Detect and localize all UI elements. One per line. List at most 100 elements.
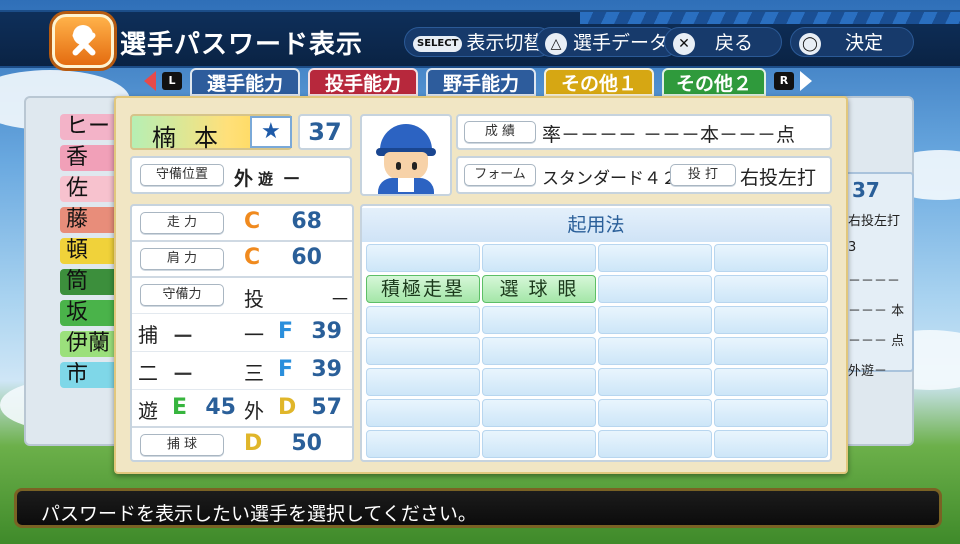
form-label: フォーム: [464, 164, 536, 186]
page-title: 選手パスワード表示: [120, 30, 364, 60]
fielding-row: 捕 － 一 F 39: [132, 314, 352, 352]
skill-slot-empty: [714, 306, 828, 334]
position-main: 外: [234, 168, 254, 190]
tab-fielder-ability[interactable]: 野手能力: [426, 68, 536, 96]
skill-slot-empty: [598, 306, 712, 334]
select-toggle-label: 表示切替: [466, 32, 543, 54]
form-value: スタンダード４２: [542, 169, 678, 189]
fielding-right-grade: D: [278, 395, 297, 420]
arm-row: 肩 力 C 60: [132, 242, 352, 278]
skill-slot-empty: [482, 368, 596, 396]
fielding-left-grade: E: [172, 395, 188, 420]
arm-value: 60: [291, 245, 322, 270]
skill-slot-empty: [598, 430, 712, 458]
cross-key-icon: ✕: [673, 32, 695, 55]
skill-slot-empty: [366, 368, 480, 396]
skill-slot-empty: [366, 430, 480, 458]
list-detail-line: 3: [848, 240, 857, 255]
fielding-row: 遊 E 45 外 D 57: [132, 390, 352, 428]
skill-slot-empty: [482, 337, 596, 365]
fielding-left-value: 45: [205, 395, 236, 420]
l-key-icon: L: [162, 72, 182, 90]
confirm-button[interactable]: ◯ 決定: [790, 27, 914, 57]
next-tab-arrow-icon[interactable]: [800, 71, 812, 91]
tab-other-1[interactable]: その他１: [544, 68, 654, 96]
team-logo-icon: ★: [250, 116, 292, 148]
record-label: 成 績: [464, 121, 536, 143]
fielding-right-grade: F: [278, 357, 294, 382]
position-label: 守備位置: [140, 164, 224, 186]
fielding-right-value: 39: [311, 319, 342, 344]
back-button[interactable]: ✕ 戻る: [664, 27, 782, 57]
position-box: 守備位置 外 遊 －: [130, 156, 352, 194]
confirm-label: 決定: [845, 32, 884, 54]
catch-row: 捕 球 D 50: [132, 428, 352, 464]
category-tabs: L 選手能力 投手能力 野手能力 その他１ その他２ R: [140, 68, 830, 98]
uniform-number: 37: [298, 114, 352, 150]
fielding-right-pos: 外: [244, 399, 264, 423]
fielding-right-grade: F: [278, 319, 294, 344]
list-detail-line: －－－－: [848, 274, 901, 289]
record-value: 率－－－－ －－－本－－－点: [542, 124, 796, 146]
skill-slot-empty: [366, 306, 480, 334]
message-bar: パスワードを表示したい選手を選択してください。: [14, 488, 942, 528]
skill-slot-empty: [714, 399, 828, 427]
list-detail-line: －－－ 本: [848, 304, 905, 319]
select-toggle-button[interactable]: SELECT 表示切替: [404, 27, 554, 57]
skill-chip: 積極走塁: [366, 275, 480, 303]
skills-title: 起用法: [362, 208, 830, 242]
skill-slot-empty: [598, 337, 712, 365]
select-key-icon: SELECT: [413, 35, 463, 52]
fielding-right-value: 57: [311, 395, 342, 420]
list-detail-line: 右投左打: [848, 214, 901, 229]
back-label: 戻る: [715, 32, 754, 54]
skill-slot-empty: [366, 244, 480, 272]
skill-slot-empty: [482, 430, 596, 458]
skill-slot-empty: [714, 368, 828, 396]
skill-slot-empty: [598, 368, 712, 396]
skill-slot-empty: [598, 399, 712, 427]
pitcher-val: －: [330, 287, 350, 311]
list-detail-line: －－－ 点: [848, 334, 905, 349]
form-box: フォーム スタンダード４２ 投 打 右投左打: [456, 156, 832, 194]
skill-slot-empty: [714, 244, 828, 272]
tab-other-2[interactable]: その他２: [662, 68, 766, 96]
fielding-left-pos: 遊: [138, 399, 158, 423]
record-box: 成 績 率－－－－ －－－本－－－点: [456, 114, 832, 150]
skill-slot-empty: [714, 337, 828, 365]
catch-label: 捕 球: [140, 434, 224, 456]
fielder-stats-panel: 走 力 C 68 肩 力 C 60 守備力 投 － 捕 － 一 F 39 二 － 三 F 39 遊 E…: [130, 204, 354, 462]
fielding-row: 二 － 三 F 39: [132, 352, 352, 390]
player-portrait: [360, 114, 452, 196]
speed-row: 走 力 C 68: [132, 206, 352, 242]
skill-slot-empty: [482, 399, 596, 427]
list-detail-number: 37: [852, 178, 880, 202]
player-data-button[interactable]: △ 選手データ: [536, 27, 680, 57]
prev-tab-arrow-icon[interactable]: [144, 71, 156, 91]
fielding-left-grade: －: [172, 325, 195, 350]
player-name: 楠本: [152, 124, 236, 152]
skill-slot-empty: [482, 306, 596, 334]
skill-slot-empty: [598, 275, 712, 303]
throw-bat-label: 投 打: [670, 164, 736, 186]
player-card: 楠本 ★ 37 守備位置 外 遊 － 成 績 率－－－－ －－－本－－－点 フォ…: [114, 96, 848, 474]
tab-batter-ability[interactable]: 選手能力: [190, 68, 300, 96]
r-key-icon: R: [774, 72, 794, 90]
pitcher-pos: 投: [244, 287, 264, 311]
fielding-left-grade: －: [172, 363, 195, 388]
tab-pitcher-ability[interactable]: 投手能力: [308, 68, 418, 96]
fielding-label: 守備力: [140, 284, 224, 306]
skill-slot-empty: [482, 244, 596, 272]
speed-grade: C: [244, 209, 261, 234]
fielding-header-row: 守備力 投 －: [132, 278, 352, 314]
header-stripes: [580, 12, 960, 24]
skill-slot-empty: [366, 399, 480, 427]
skill-chip: 選 球 眼: [482, 275, 596, 303]
catch-value: 50: [291, 431, 322, 456]
fielding-right-value: 39: [311, 357, 342, 382]
triangle-key-icon: △: [545, 32, 567, 55]
position-extra: －: [282, 168, 302, 190]
player-data-label: 選手データ: [573, 32, 669, 54]
list-detail-line: 外遊－: [848, 364, 888, 379]
fielding-right-pos: 一: [244, 323, 264, 347]
